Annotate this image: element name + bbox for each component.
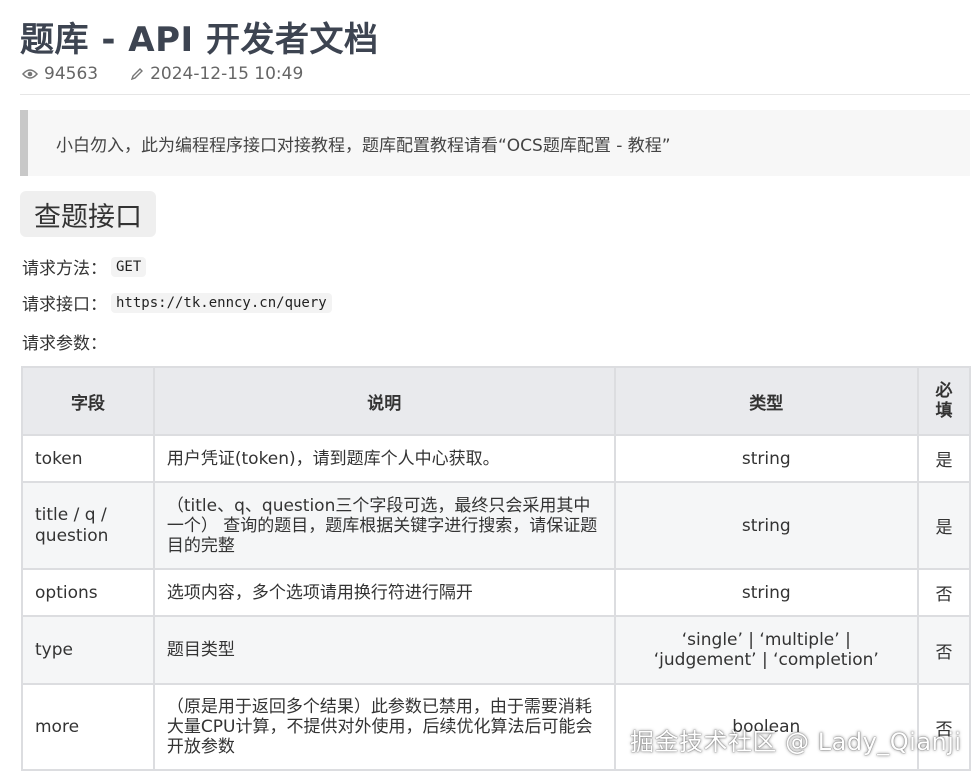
header-required-text: 必填 <box>935 381 953 421</box>
request-method-value: GET <box>111 256 147 277</box>
view-count: 94563 <box>22 64 98 84</box>
cell-type: ‘single’ | ‘multiple’ | ‘judgement’ | ‘c… <box>613 615 920 685</box>
request-params-line: 请求参数： <box>22 329 107 354</box>
pencil-icon <box>130 68 144 81</box>
cell-type: string <box>613 434 920 483</box>
cell-type: string <box>613 568 920 617</box>
cell-desc: 题目类型 <box>152 615 616 685</box>
request-endpoint-line: 请求接口： https://tk.enncy.cn/query <box>22 290 332 315</box>
cell-required: 否 <box>917 568 971 617</box>
request-endpoint-value: https://tk.enncy.cn/query <box>111 292 332 313</box>
cell-required: 是 <box>917 434 971 483</box>
table-row: type 题目类型 ‘single’ | ‘multiple’ | ‘judge… <box>21 615 971 685</box>
request-method-label: 请求方法： <box>22 259 107 279</box>
cell-desc: （原是用于返回多个结果）此参数已禁用，由于需要消耗大量CPU计算，不提供对外使用… <box>152 683 616 771</box>
page-title: 题库 - API 开发者文档 <box>20 20 379 60</box>
cell-desc: 选项内容，多个选项请用换行符进行隔开 <box>152 568 616 617</box>
request-method-line: 请求方法： GET <box>22 254 147 279</box>
table-row: options 选项内容，多个选项请用换行符进行隔开 string 否 <box>21 568 971 617</box>
params-table: 字段 说明 类型 必填 token 用户凭证(token)，请到题库个人中心获取… <box>21 366 971 771</box>
request-params-label: 请求参数： <box>22 334 107 354</box>
cell-field: title / q / question <box>21 481 155 570</box>
cell-desc: 用户凭证(token)，请到题库个人中心获取。 <box>152 434 616 483</box>
request-endpoint-label: 请求接口： <box>22 295 107 315</box>
cell-type: string <box>613 481 920 570</box>
update-time: 2024-12-15 10:49 <box>130 64 303 84</box>
cell-required: 否 <box>917 615 971 685</box>
header-desc: 说明 <box>152 366 616 436</box>
view-count-value: 94563 <box>44 64 99 84</box>
eye-icon <box>22 69 38 79</box>
notice-blockquote: 小白勿入，此为编程程序接口对接教程，题库配置教程请看“OCS题库配置 - 教程” <box>20 110 970 176</box>
table-row: token 用户凭证(token)，请到题库个人中心获取。 string 是 <box>21 434 971 483</box>
section-title: 查题接口 <box>20 191 156 237</box>
update-time-value: 2024-12-15 10:49 <box>150 64 304 84</box>
header-type: 类型 <box>613 366 920 436</box>
cell-field: type <box>21 615 155 685</box>
watermark: 掘金技术社区 @ Lady_Qianji <box>630 728 962 756</box>
page-meta: 94563 2024-12-15 10:49 <box>22 64 335 84</box>
cell-desc: （title、q、question三个字段可选，最终只会采用其中一个） 查询的题… <box>152 481 616 570</box>
header-field: 字段 <box>21 366 155 436</box>
cell-field: more <box>21 683 155 771</box>
cell-field: token <box>21 434 155 483</box>
table-row: title / q / question （title、q、question三个… <box>21 481 971 570</box>
cell-required: 是 <box>917 481 971 570</box>
header-required: 必填 <box>917 366 971 436</box>
cell-field: options <box>21 568 155 617</box>
table-header-row: 字段 说明 类型 必填 <box>21 366 971 436</box>
divider <box>20 94 970 95</box>
